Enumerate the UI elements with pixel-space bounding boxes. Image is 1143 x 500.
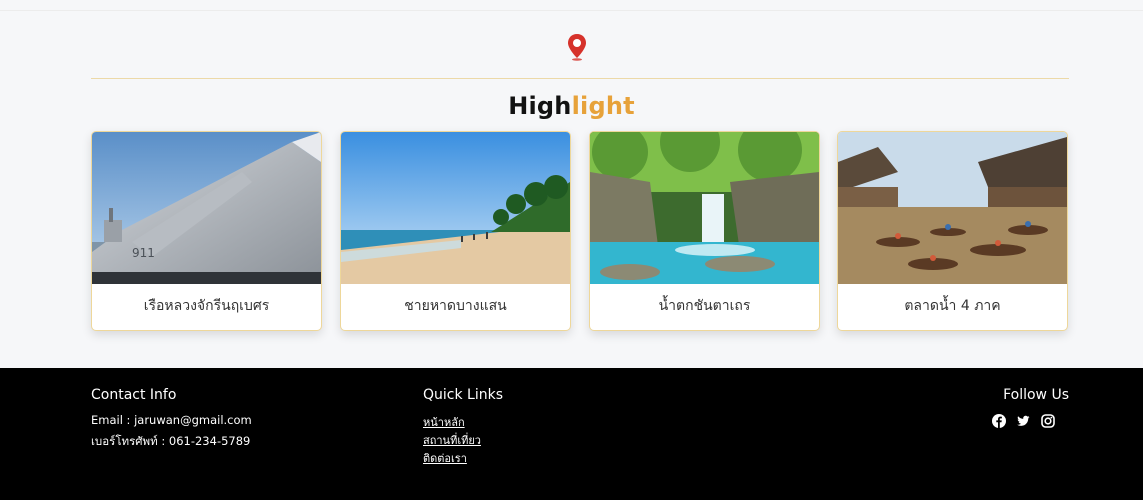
- section-title: Highlight: [0, 92, 1143, 120]
- card-label: ชายหาดบางแสน: [404, 298, 507, 314]
- contact-info-title: Contact Info: [91, 387, 177, 403]
- section-divider: [91, 78, 1069, 79]
- quick-link-contact[interactable]: ติดต่อเรา: [423, 449, 467, 467]
- card-label: เรือหลวงจักรีนฤเบศร: [143, 298, 270, 314]
- aircraft-carrier-photo: 911: [92, 132, 321, 284]
- highlight-card-beach[interactable]: ชายหาดบางแสน: [340, 131, 571, 331]
- quick-links-title: Quick Links: [423, 387, 504, 403]
- section-title-part2: light: [571, 92, 635, 120]
- instagram-icon[interactable]: [1041, 414, 1055, 428]
- highlight-card-waterfall[interactable]: น้ำตกชันตาเถร: [589, 131, 820, 331]
- facebook-icon[interactable]: [992, 414, 1006, 428]
- map-pin-icon: [568, 34, 586, 61]
- floating-market-photo: [838, 132, 1067, 284]
- highlight-card-market[interactable]: ตลาดน้ำ 4 ภาค: [837, 131, 1068, 331]
- contact-email: Email : jaruwan@gmail.com: [91, 413, 252, 427]
- card-label: ตลาดน้ำ 4 ภาค: [904, 298, 1001, 314]
- highlight-card-carrier[interactable]: 911 เรือหลวงจักรีนฤเบศร: [91, 131, 322, 331]
- card-label: น้ำตกชันตาเถร: [658, 298, 751, 314]
- footer: Contact Info Email : jaruwan@gmail.com เ…: [0, 368, 1143, 500]
- follow-us-title: Follow Us: [1003, 387, 1069, 403]
- quick-link-home[interactable]: หน้าหลัก: [423, 413, 465, 431]
- waterfall-photo: [590, 132, 819, 284]
- svg-text:911: 911: [132, 246, 155, 260]
- section-title-part1: High: [508, 92, 572, 120]
- twitter-icon[interactable]: [1016, 414, 1030, 428]
- contact-phone: เบอร์โทรศัพท์ : 061-234-5789: [91, 434, 251, 448]
- quick-link-places[interactable]: สถานที่เที่ยว: [423, 431, 481, 449]
- beach-photo: [341, 132, 570, 284]
- top-divider: [0, 10, 1143, 11]
